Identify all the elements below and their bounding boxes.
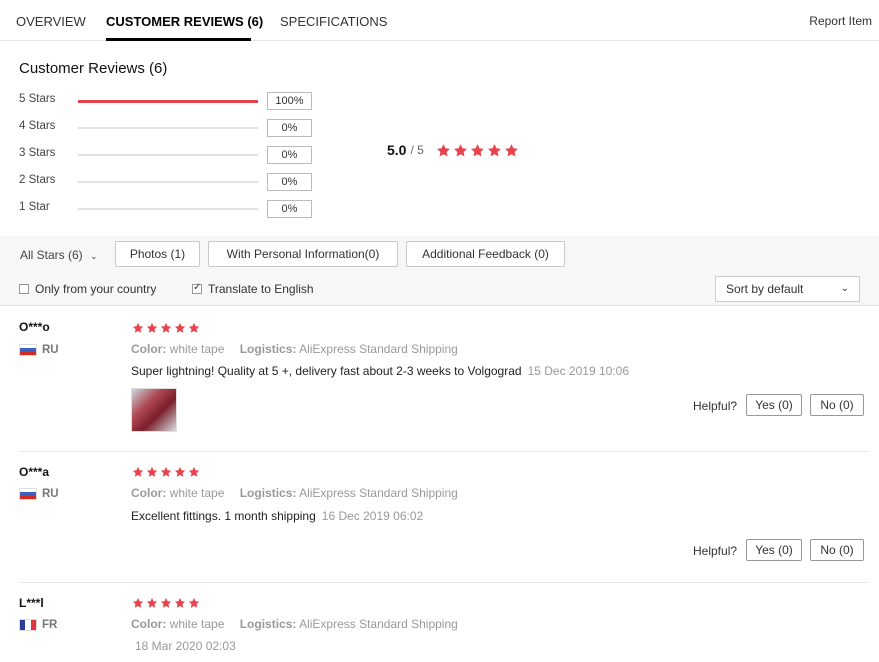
- review-stars: [132, 597, 200, 609]
- filter-bar: All Stars (6) ⌄ Photos (1) With Personal…: [0, 236, 879, 306]
- all-stars-label: All Stars (6): [20, 248, 83, 262]
- tab-overview[interactable]: OVERVIEW: [16, 14, 86, 29]
- star-icon: [132, 322, 144, 334]
- star-icon: [132, 466, 144, 478]
- review-date: 18 Mar 2020 02:03: [135, 639, 236, 653]
- photos-filter-button[interactable]: Photos (1): [115, 241, 200, 267]
- helpful-yes-button[interactable]: Yes (0): [746, 394, 802, 416]
- checkbox-box: [19, 284, 29, 294]
- sort-label: Sort by default: [726, 282, 804, 296]
- helpful-label: Helpful?: [693, 399, 738, 413]
- overall-out-of: / 5: [410, 143, 424, 157]
- rating-bar-track: [78, 208, 258, 210]
- tab-customer-reviews[interactable]: CUSTOMER REVIEWS (6): [106, 14, 263, 29]
- all-stars-dropdown[interactable]: All Stars (6) ⌄: [20, 248, 98, 262]
- review-user: O***a: [19, 465, 50, 479]
- review-photo-thumbnail[interactable]: [131, 388, 177, 432]
- star-icon: [160, 466, 172, 478]
- translate-checkbox[interactable]: Translate to English: [192, 282, 314, 296]
- rating-percent: 0%: [267, 119, 312, 137]
- helpful-label: Helpful?: [693, 544, 738, 558]
- flag-fr-icon: [19, 619, 37, 631]
- rating-percent: 0%: [267, 146, 312, 164]
- star-icon: [160, 322, 172, 334]
- star-icon: [160, 597, 172, 609]
- star-icon: [146, 322, 158, 334]
- overall-stars: [436, 143, 519, 158]
- rating-row-label: 3 Stars: [19, 147, 56, 159]
- star-icon: [504, 143, 519, 158]
- star-icon: [188, 466, 200, 478]
- review-divider: [19, 582, 868, 583]
- summary-title: Customer Reviews (6): [19, 60, 168, 77]
- review-stars: [132, 322, 200, 334]
- review-text: Super lightning! Quality at 5 +, deliver…: [131, 364, 629, 378]
- helpful-yes-button[interactable]: Yes (0): [746, 539, 802, 561]
- rating-row-5: 5 Stars 100%: [19, 92, 319, 110]
- overall-rating: 5.0 / 5: [387, 140, 519, 160]
- rating-percent: 100%: [267, 92, 312, 110]
- rating-row-3: 3 Stars 0%: [19, 146, 319, 164]
- checkbox-box-checked: [192, 282, 202, 294]
- rating-bar-track: [78, 181, 258, 183]
- flag-ru-icon: [19, 344, 37, 356]
- review-tabs: OVERVIEW CUSTOMER REVIEWS (6) SPECIFICAT…: [0, 0, 879, 41]
- review-user: O***o: [19, 320, 50, 334]
- rating-percent: 0%: [267, 200, 312, 218]
- rating-percent: 0%: [267, 173, 312, 191]
- star-icon: [174, 322, 186, 334]
- review-date: 15 Dec 2019 10:06: [527, 364, 629, 378]
- rating-bar-track: [78, 127, 258, 129]
- translate-label: Translate to English: [208, 282, 314, 296]
- star-icon: [470, 143, 485, 158]
- additional-feedback-filter-button[interactable]: Additional Feedback (0): [406, 241, 565, 267]
- review-meta: Color: white tape Logistics: AliExpress …: [131, 342, 458, 356]
- overall-score: 5.0: [387, 142, 407, 158]
- sort-dropdown[interactable]: Sort by default ⌄: [715, 276, 860, 302]
- helpful-no-button[interactable]: No (0): [810, 394, 864, 416]
- review-meta: Color: white tape Logistics: AliExpress …: [131, 617, 458, 631]
- star-icon: [146, 597, 158, 609]
- only-country-label: Only from your country: [35, 282, 157, 296]
- tab-specifications[interactable]: SPECIFICATIONS: [280, 14, 387, 29]
- review-text: Excellent fittings. 1 month shipping 16 D…: [131, 509, 424, 523]
- review-stars: [132, 466, 200, 478]
- report-item-link[interactable]: Report Item: [809, 14, 872, 28]
- review-text: 18 Mar 2020 02:03: [135, 639, 236, 653]
- star-icon: [188, 597, 200, 609]
- star-icon: [132, 597, 144, 609]
- review-divider: [19, 451, 868, 452]
- review-meta: Color: white tape Logistics: AliExpress …: [131, 486, 458, 500]
- flag-ru-icon: [19, 488, 37, 500]
- review-date: 16 Dec 2019 06:02: [321, 509, 424, 523]
- active-tab-indicator: [106, 38, 251, 41]
- rating-row-1: 1 Star 0%: [19, 200, 319, 218]
- rating-bar-track: [78, 154, 258, 156]
- chevron-down-icon: ⌄: [840, 283, 849, 294]
- helpful-no-button[interactable]: No (0): [810, 539, 864, 561]
- only-country-checkbox[interactable]: Only from your country: [19, 282, 156, 296]
- star-icon: [174, 597, 186, 609]
- rating-row-2: 2 Stars 0%: [19, 173, 319, 191]
- rating-row-label: 5 Stars: [19, 93, 56, 105]
- star-icon: [453, 143, 468, 158]
- rating-row-4: 4 Stars 0%: [19, 119, 319, 137]
- personal-info-filter-button[interactable]: With Personal Information(0): [208, 241, 398, 267]
- rating-bar-track: [78, 99, 258, 103]
- star-icon: [174, 466, 186, 478]
- review-country: RU: [19, 344, 59, 356]
- star-icon: [146, 466, 158, 478]
- review-country: RU: [19, 488, 59, 500]
- chevron-down-icon: ⌄: [90, 251, 98, 261]
- rating-row-label: 2 Stars: [19, 174, 56, 186]
- review-user: L***l: [19, 596, 44, 610]
- star-icon: [436, 143, 451, 158]
- star-icon: [188, 322, 200, 334]
- rating-bar-fill: [78, 99, 258, 103]
- rating-row-label: 1 Star: [19, 201, 50, 213]
- star-icon: [487, 143, 502, 158]
- rating-row-label: 4 Stars: [19, 120, 56, 132]
- review-country: FR: [19, 619, 57, 631]
